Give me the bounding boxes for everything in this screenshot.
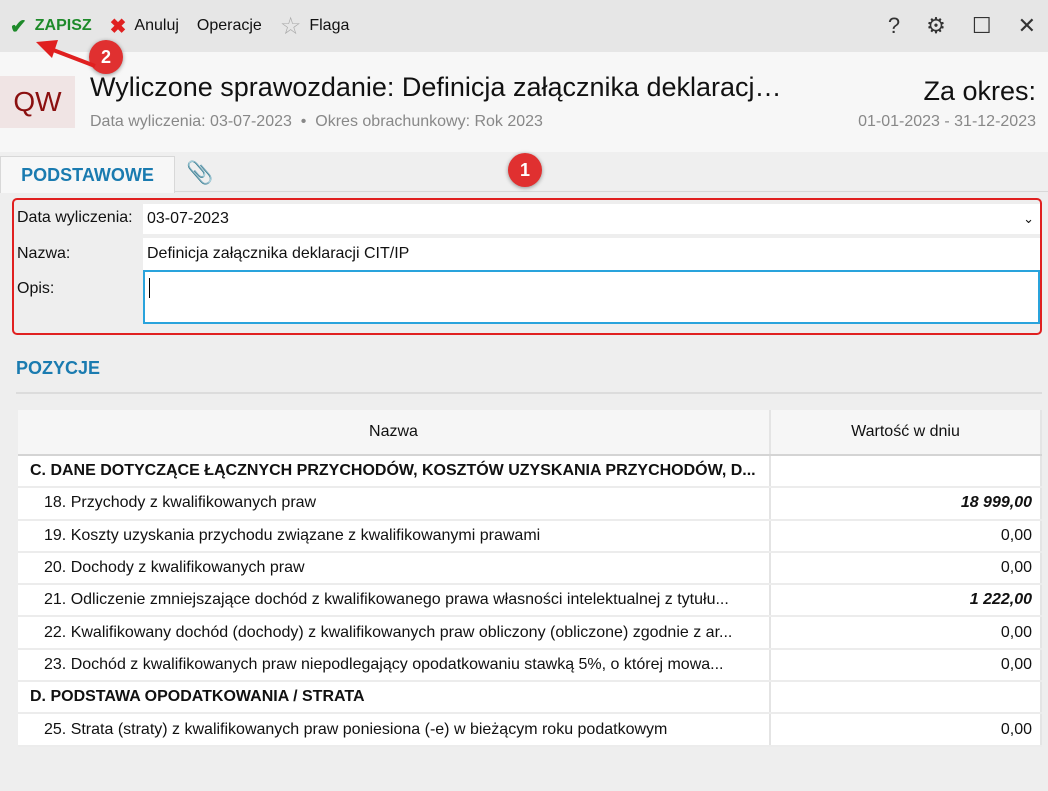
section-title: POZYCJE: [16, 358, 101, 378]
logo: QW: [0, 76, 75, 128]
basic-form: Data wyliczenia: 03-07-2023 ⌄ Nazwa: Defi…: [12, 198, 1042, 335]
table-row[interactable]: 22. Kwalifikowany dochód (dochody) z kwa…: [18, 616, 1042, 650]
name-input[interactable]: Definicja załącznika deklaracji CIT/IP: [143, 238, 1040, 270]
row-name: 21. Odliczenie zmniejszające dochód z kw…: [18, 584, 771, 618]
close-icon[interactable]: ✕: [1018, 13, 1036, 39]
name-label: Nazwa:: [17, 245, 71, 262]
row-name: 25. Strata (straty) z kwalifikowanych pr…: [18, 713, 771, 747]
row-value: 0,00: [770, 519, 1042, 553]
section-row[interactable]: C. DANE DOTYCZĄCE ŁĄCZNYCH PRZYCHODÓW, K…: [18, 455, 1042, 489]
row-name: D. PODSTAWA OPODATKOWANIA / STRATA: [18, 681, 771, 715]
annotation-arrow: [36, 40, 96, 68]
period-label: Za okres:: [923, 76, 1036, 106]
row-name: 18. Przychody z kwalifikowanych praw: [18, 487, 771, 521]
column-header-value[interactable]: Wartość w dniu: [770, 410, 1042, 456]
section-row[interactable]: D. PODSTAWA OPODATKOWANIA / STRATA: [18, 681, 1042, 715]
row-name: 20. Dochody z kwalifikowanych praw: [18, 551, 771, 586]
page-title: Wyliczone sprawozdanie: Definicja załącz…: [90, 72, 782, 102]
desc-label: Opis:: [17, 280, 55, 297]
table-row[interactable]: 25. Strata (straty) z kwalifikowanych pr…: [18, 713, 1042, 747]
table-row[interactable]: 21. Odliczenie zmniejszające dochód z kw…: [18, 584, 1042, 618]
row-name: 19. Koszty uzyskania przychodu związane …: [18, 519, 771, 553]
toolbar: ✔ ZAPISZ ✖ Anuluj Operacje ☆ Flaga ? ⚙ ☐ ✕: [0, 0, 1048, 52]
row-value: 0,00: [770, 551, 1042, 586]
row-value: 0,00: [770, 713, 1042, 747]
operations-menu[interactable]: Operacje: [197, 17, 262, 35]
date-label: Data wyliczenia:: [17, 209, 133, 226]
row-value: [770, 455, 1042, 489]
divider: [16, 392, 1042, 394]
gear-icon[interactable]: ⚙: [926, 13, 946, 39]
desc-input[interactable]: [143, 270, 1040, 324]
row-value: 18 999,00: [770, 487, 1042, 521]
row-name: C. DANE DOTYCZĄCE ŁĄCZNYCH PRZYCHODÓW, K…: [18, 455, 771, 489]
positions-table: Nazwa Wartość w dniu C. DANE DOTYCZĄCE Ł…: [18, 410, 1042, 747]
header: QW Wyliczone sprawozdanie: Definicja zał…: [0, 52, 1048, 152]
date-select[interactable]: 03-07-2023 ⌄: [143, 204, 1040, 234]
paperclip-icon[interactable]: 📎: [186, 160, 213, 186]
subtitle: Data wyliczenia: 03-07-2023 • Okres obra…: [90, 113, 543, 130]
row-name: 22. Kwalifikowany dochód (dochody) z kwa…: [18, 616, 771, 650]
tab-podstawowe[interactable]: PODSTAWOWE: [0, 156, 175, 193]
maximize-icon[interactable]: ☐: [972, 13, 992, 39]
row-value: 1 222,00: [770, 584, 1042, 618]
row-value: 0,00: [770, 648, 1042, 683]
table-row[interactable]: 23. Dochód z kwalifikowanych praw niepod…: [18, 648, 1042, 683]
row-name: 23. Dochód z kwalifikowanych praw niepod…: [18, 648, 771, 683]
cancel-button[interactable]: ✖ Anuluj: [110, 14, 179, 39]
column-header-name[interactable]: Nazwa: [18, 410, 771, 456]
help-icon[interactable]: ?: [888, 13, 900, 39]
annotation-badge-1: 1: [508, 153, 542, 187]
period-value: 01-01-2023 - 31-12-2023: [858, 113, 1036, 130]
table-row[interactable]: 20. Dochody z kwalifikowanych praw 0,00: [18, 551, 1042, 586]
chevron-down-icon: ⌄: [1023, 211, 1034, 226]
star-icon: ☆: [279, 12, 302, 40]
row-value: 0,00: [770, 616, 1042, 650]
flag-button[interactable]: ☆ Flaga: [280, 12, 350, 41]
table-row[interactable]: 19. Koszty uzyskania przychodu związane …: [18, 519, 1042, 553]
row-value: [770, 681, 1042, 715]
table-row[interactable]: 18. Przychody z kwalifikowanych praw 18 9…: [18, 487, 1042, 521]
